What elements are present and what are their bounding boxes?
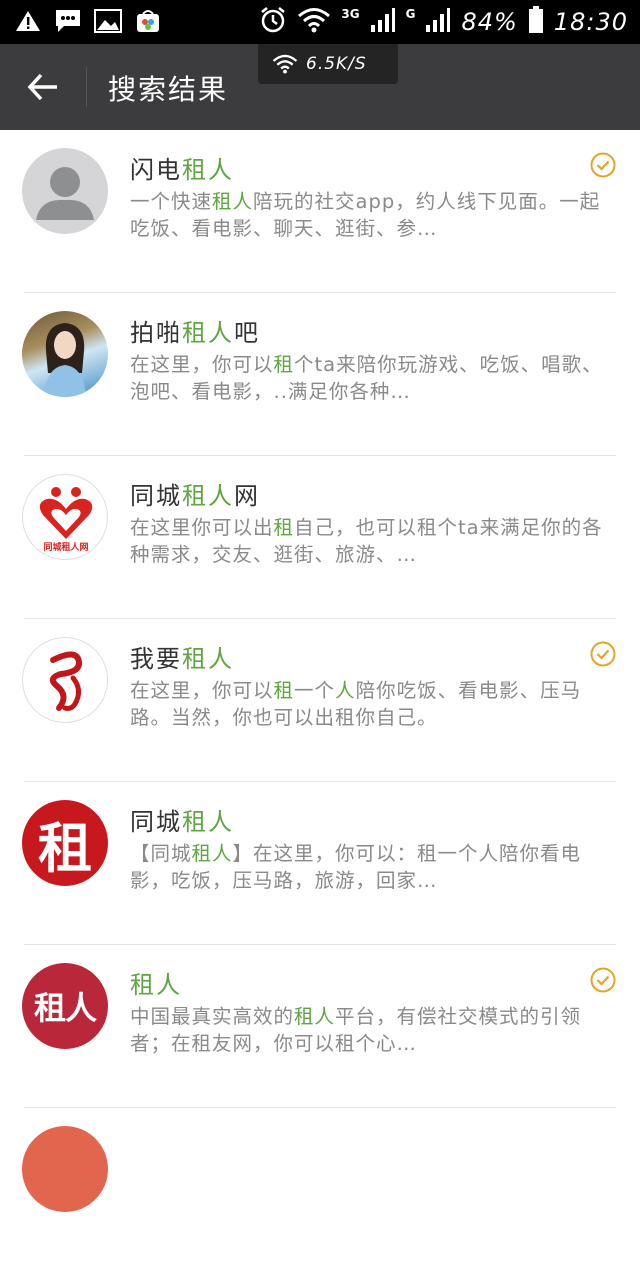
result-item[interactable]: 我要租人 在这里，你可以租一个人陪你吃饭、看电影、压马路。当然，你也可以出租你自… <box>0 619 640 782</box>
logo-text: 同城租人网 <box>43 541 88 553</box>
wifi-icon <box>297 7 331 37</box>
text-segment: 在这里，你可以 <box>130 679 274 702</box>
logo-text: 租人 <box>33 989 97 1027</box>
verified-check-icon <box>590 967 616 993</box>
result-item[interactable]: 租人 租人 中国最真实高效的租人平台，有偿社交模式的引领者；在租友网，你可以租个… <box>0 945 640 1108</box>
highlight-keyword: 租人 <box>182 319 234 347</box>
result-description: 一个快速租人陪玩的社交app，约人线下见面。一起吃饭、看电影、聊天、逛街、参… <box>130 188 610 242</box>
highlight-keyword: 租 <box>273 516 295 539</box>
arrow-left-icon <box>27 73 57 101</box>
page-title: 搜索结果 <box>108 73 229 106</box>
person-icon <box>36 167 94 220</box>
text-segment: 拍啪 <box>130 319 182 347</box>
network-speed-text: 6.5K/S <box>306 54 367 74</box>
avatar <box>22 311 108 397</box>
text-segment: 一个 <box>294 679 336 702</box>
app-bar-divider <box>86 67 87 107</box>
verified-check-icon <box>590 152 616 178</box>
result-title: 同城租人网 <box>130 476 260 511</box>
wifi-icon <box>272 54 298 74</box>
result-item[interactable]: 同城租人网 同城租人网 在这里你可以出租自己，也可以租个ta来满足你的各种需求，… <box>0 456 640 619</box>
red-brush-logo <box>49 651 83 711</box>
status-bar: 3G G 84% 18:30 <box>0 0 640 44</box>
highlight-keyword: 租人 <box>182 645 234 673</box>
clock: 18:30 <box>553 8 628 36</box>
avatar <box>22 1126 108 1212</box>
text-segment: 闪电 <box>130 156 182 184</box>
highlight-keyword: 租人 <box>182 156 234 184</box>
alarm-icon <box>259 6 287 38</box>
girl-photo-icon <box>44 323 86 397</box>
back-button[interactable] <box>14 62 72 112</box>
message-icon <box>54 8 82 34</box>
text-segment: 网 <box>234 482 260 510</box>
battery-icon <box>528 6 544 38</box>
text-segment: 在这里，你可以 <box>130 353 274 376</box>
battery-percent: 84% <box>461 8 518 36</box>
result-title: 闪电租人 <box>130 150 234 185</box>
highlight-keyword: 租人 <box>182 808 234 836</box>
avatar: 同城租人网 <box>22 474 108 560</box>
search-results-list: 闪电租人 一个快速租人陪玩的社交app，约人线下见面。一起吃饭、看电影、聊天、逛… <box>0 130 640 1271</box>
result-item[interactable]: 闪电租人 一个快速租人陪玩的社交app，约人线下见面。一起吃饭、看电影、聊天、逛… <box>0 130 640 293</box>
avatar <box>22 637 108 723</box>
text-segment: 吧 <box>234 319 260 347</box>
highlight-keyword: 租 <box>273 679 295 702</box>
avatar: 租人 <box>22 963 108 1049</box>
result-description: 【同城租人】在这里，你可以：租一个人陪你看电影，吃饭，压马路，旅游，回家… <box>130 840 610 894</box>
network-3g-label: 3G <box>341 7 360 21</box>
highlight-keyword: 人 <box>335 679 356 702</box>
signal-g-icon <box>425 7 451 37</box>
text-segment: 同城 <box>130 482 182 510</box>
highlight-keyword: 租人 <box>294 1005 336 1028</box>
text-segment: 中国最真实高效的 <box>130 1005 295 1028</box>
highlight-keyword: 租人 <box>182 482 234 510</box>
highlight-keyword: 租 <box>273 353 295 376</box>
network-g-label: G <box>405 7 416 21</box>
result-description: 中国最真实高效的租人平台，有偿社交模式的引领者；在租友网，你可以租个心… <box>130 1003 610 1057</box>
text-segment: 我要 <box>130 645 182 673</box>
result-item-partial[interactable] <box>0 1108 640 1271</box>
highlight-keyword: 租人 <box>191 842 233 865</box>
warning-icon <box>14 8 42 34</box>
signal-3g-icon <box>370 7 396 37</box>
highlight-keyword: 租人 <box>212 190 254 213</box>
result-description: 在这里，你可以租一个人陪你吃饭、看电影、压马路。当然，你也可以出租你自己。 <box>130 677 610 731</box>
avatar: 租 <box>22 800 108 886</box>
twin-hearts-logo: 同城租人网 <box>39 487 93 553</box>
app-store-icon <box>134 8 162 34</box>
result-title: 租人 <box>130 965 182 1000</box>
logo-text: 租 <box>38 815 92 880</box>
verified-check-icon <box>590 641 616 667</box>
result-title: 同城租人 <box>130 802 234 837</box>
avatar <box>22 148 108 234</box>
result-title: 拍啪租人吧 <box>130 313 260 348</box>
result-title: 我要租人 <box>130 639 234 674</box>
result-description: 在这里，你可以租个ta来陪你玩游戏、吃饭、唱歌、泡吧、看电影，..满足你各种… <box>130 351 610 405</box>
highlight-keyword: 租人 <box>130 971 182 999</box>
text-segment: 在这里你可以出 <box>130 516 274 539</box>
image-icon <box>94 8 122 34</box>
result-description: 在这里你可以出租自己，也可以租个ta来满足你的各种需求，交友、逛街、旅游、… <box>130 514 610 568</box>
result-item[interactable]: 租 同城租人 【同城租人】在这里，你可以：租一个人陪你看电影，吃饭，压马路，旅游… <box>0 782 640 945</box>
text-segment: 一个快速 <box>130 190 213 213</box>
network-speed-indicator: 6.5K/S <box>258 44 398 84</box>
text-segment: 同城 <box>130 808 182 836</box>
text-segment: 【同城 <box>130 842 192 865</box>
result-item[interactable]: 拍啪租人吧 在这里，你可以租个ta来陪你玩游戏、吃饭、唱歌、泡吧、看电影，..满… <box>0 293 640 456</box>
